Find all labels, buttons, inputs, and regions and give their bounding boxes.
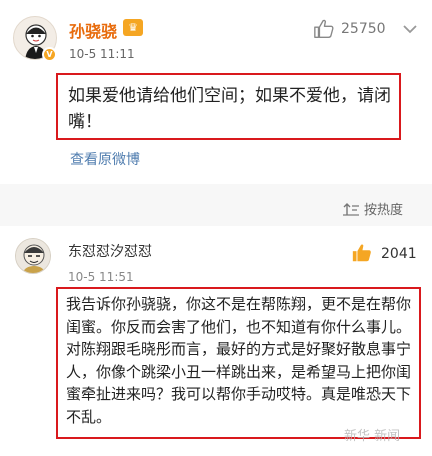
- verified-badge-icon: V: [42, 47, 57, 62]
- comment-text: 我告诉你孙骁骁，你这不是在帮陈翔，更不是在帮你闺蜜。你反而会害了他们，也不知道有…: [66, 295, 412, 426]
- post-author-name[interactable]: 孙骁骁: [69, 18, 117, 42]
- post-like-count: 25750: [341, 21, 386, 37]
- like-icon[interactable]: [351, 242, 373, 264]
- comment-author-name[interactable]: 东怼怼汐怼怼: [68, 241, 152, 261]
- post-timestamp: 10-5 11:11: [69, 47, 135, 61]
- post-text: 如果爱他请给他们空间；如果不爱他，请闭嘴！: [68, 86, 391, 132]
- view-original-link[interactable]: 查看原微博: [70, 149, 140, 169]
- commenter-avatar[interactable]: [15, 238, 51, 274]
- sort-icon: [343, 202, 359, 216]
- comment-like-count: 2041: [381, 246, 417, 262]
- sort-label: 按热度: [364, 203, 404, 218]
- sort-by-popularity-button[interactable]: 按热度: [342, 199, 403, 218]
- watermark: 新华 新闻: [344, 425, 400, 444]
- comment-timestamp: 10-5 11:51: [68, 270, 134, 284]
- crown-icon: ♛: [123, 19, 143, 36]
- like-icon[interactable]: [313, 18, 335, 40]
- original-post: V 孙骁骁 ♛ 10-5 11:11 25750 如果爱他请给他们空间；如果不爱…: [0, 0, 432, 184]
- watermark-text: 新华 新闻: [344, 429, 401, 444]
- chevron-down-icon[interactable]: [402, 23, 418, 35]
